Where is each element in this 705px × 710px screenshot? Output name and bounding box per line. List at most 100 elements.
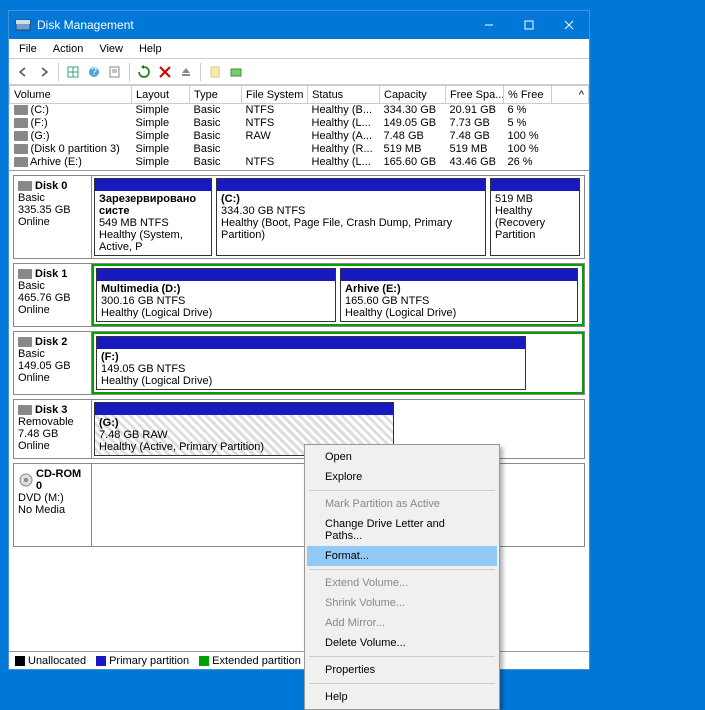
toolbar: ? — [9, 59, 589, 85]
partition[interactable]: 519 MBHealthy (Recovery Partition — [490, 178, 580, 256]
partition[interactable]: (F:)149.05 GB NTFSHealthy (Logical Drive… — [96, 336, 526, 390]
svg-text:?: ? — [91, 66, 97, 78]
menu-file[interactable]: File — [13, 42, 43, 56]
col-pctfree[interactable]: % Free — [504, 86, 552, 104]
partition-status: Healthy (Recovery Partition — [495, 205, 575, 241]
disk-kind: DVD (M:) — [18, 492, 87, 504]
folder-icon[interactable] — [226, 62, 246, 82]
partition-title: (F:) — [101, 351, 119, 363]
ctx-help[interactable]: Help — [307, 687, 497, 707]
disk-id: CD-ROM 0 — [18, 468, 87, 492]
ctx-delete-volume-[interactable]: Delete Volume... — [307, 633, 497, 653]
titlebar[interactable]: Disk Management — [9, 11, 589, 39]
volume-list-pane[interactable]: Volume Layout Type File System Status Ca… — [9, 85, 589, 171]
close-button[interactable] — [549, 11, 589, 39]
ctx-open[interactable]: Open — [307, 447, 497, 467]
help-icon[interactable]: ? — [84, 62, 104, 82]
col-layout[interactable]: Layout — [132, 86, 190, 104]
eject-icon[interactable] — [176, 62, 196, 82]
legend-unallocated: Unallocated — [28, 655, 86, 667]
volume-row[interactable]: (Disk 0 partition 3)SimpleBasicHealthy (… — [10, 143, 589, 156]
drive-icon — [14, 157, 28, 167]
col-free[interactable]: Free Spa... — [446, 86, 504, 104]
disk-state: Online — [18, 440, 87, 452]
ctx-format-[interactable]: Format... — [307, 546, 497, 566]
disk-row[interactable]: Disk 1Basic465.76 GBOnlineMultimedia (D:… — [13, 263, 585, 327]
drive-icon — [14, 118, 28, 128]
disk-size: 7.48 GB — [18, 428, 87, 440]
properties-icon[interactable] — [105, 62, 125, 82]
delete-icon[interactable] — [155, 62, 175, 82]
disk-state: No Media — [18, 504, 87, 516]
partition-title: Multimedia (D:) — [101, 283, 180, 295]
drive-icon — [14, 131, 28, 141]
menu-action[interactable]: Action — [47, 42, 90, 56]
disk-state: Online — [18, 304, 87, 316]
col-capacity[interactable]: Capacity — [380, 86, 446, 104]
partition-size: 549 MB NTFS — [99, 217, 207, 229]
disk-size: 335.35 GB — [18, 204, 87, 216]
drive-icon — [14, 105, 28, 115]
legend-primary: Primary partition — [109, 655, 189, 667]
disk-row[interactable]: Disk 2Basic149.05 GBOnline (F:)149.05 GB … — [13, 331, 585, 395]
menu-view[interactable]: View — [93, 42, 129, 56]
legend: Unallocated Primary partition Extended p… — [9, 651, 589, 669]
partition[interactable]: Multimedia (D:)300.16 GB NTFSHealthy (Lo… — [96, 268, 336, 322]
refresh-icon[interactable] — [134, 62, 154, 82]
volume-row[interactable]: (G:)SimpleBasicRAWHealthy (A...7.48 GB7.… — [10, 130, 589, 143]
forward-button[interactable] — [34, 62, 54, 82]
volume-row[interactable]: (F:)SimpleBasicNTFSHealthy (L...149.05 G… — [10, 117, 589, 130]
partition-title: (G:) — [99, 417, 119, 429]
ctx-explore[interactable]: Explore — [307, 467, 497, 487]
disk-row[interactable]: Disk 0Basic335.35 GBOnlineЗарезервирован… — [13, 175, 585, 259]
disk-size: 149.05 GB — [18, 360, 87, 372]
legend-extended: Extended partition — [212, 655, 301, 667]
ctx-extend-volume-: Extend Volume... — [307, 573, 497, 593]
maximize-button[interactable] — [509, 11, 549, 39]
minimize-button[interactable] — [469, 11, 509, 39]
window-title: Disk Management — [37, 18, 469, 32]
back-button[interactable] — [13, 62, 33, 82]
partition-status: Healthy (Logical Drive) — [101, 375, 521, 387]
partition-title: Зарезервировано систе — [99, 193, 196, 217]
partition[interactable]: Зарезервировано систе549 MB NTFSHealthy … — [94, 178, 212, 256]
ctx-shrink-volume-: Shrink Volume... — [307, 593, 497, 613]
menu-help[interactable]: Help — [133, 42, 168, 56]
disk-kind: Removable — [18, 416, 87, 428]
disk-kind: Basic — [18, 280, 87, 292]
grid-icon[interactable] — [63, 62, 83, 82]
partition[interactable]: Arhive (E:)165.60 GB NTFSHealthy (Logica… — [340, 268, 578, 322]
ctx-mark-partition-as-active: Mark Partition as Active — [307, 494, 497, 514]
volume-row[interactable]: (C:)SimpleBasicNTFSHealthy (B...334.30 G… — [10, 104, 589, 117]
partition-size: 300.16 GB NTFS — [101, 295, 331, 307]
disk-state: Online — [18, 372, 87, 384]
partition-title: (C:) — [221, 193, 240, 205]
volume-row[interactable]: Arhive (E:)SimpleBasicNTFSHealthy (L...1… — [10, 156, 589, 169]
disk-kind: Basic — [18, 348, 87, 360]
ctx-properties[interactable]: Properties — [307, 660, 497, 680]
partition-size: 7.48 GB RAW — [99, 429, 389, 441]
disk-graphical-pane[interactable]: Disk 0Basic335.35 GBOnlineЗарезервирован… — [9, 171, 589, 651]
col-type[interactable]: Type — [190, 86, 242, 104]
col-volume[interactable]: Volume — [10, 86, 132, 104]
drive-icon — [14, 144, 28, 154]
disk-id: Disk 3 — [18, 404, 87, 416]
partition[interactable]: (C:)334.30 GB NTFSHealthy (Boot, Page Fi… — [216, 178, 486, 256]
disk-id: Disk 2 — [18, 336, 87, 348]
menubar: File Action View Help — [9, 39, 589, 59]
disk-id: Disk 0 — [18, 180, 87, 192]
ctx-add-mirror-: Add Mirror... — [307, 613, 497, 633]
app-icon — [15, 17, 31, 33]
disk-kind: Basic — [18, 192, 87, 204]
partition-status: Healthy (Boot, Page File, Crash Dump, Pr… — [221, 217, 481, 241]
disk-id: Disk 1 — [18, 268, 87, 280]
disk-management-window: Disk Management File Action View Help ? — [8, 10, 590, 670]
page-icon[interactable] — [205, 62, 225, 82]
ctx-change-drive-letter-and-paths-[interactable]: Change Drive Letter and Paths... — [307, 514, 497, 546]
context-menu: OpenExplore Mark Partition as ActiveChang… — [304, 444, 500, 710]
col-status[interactable]: Status — [308, 86, 380, 104]
col-fs[interactable]: File System — [242, 86, 308, 104]
partition-size: 334.30 GB NTFS — [221, 205, 481, 217]
partition-size: 149.05 GB NTFS — [101, 363, 521, 375]
partition-status: Healthy (Logical Drive) — [345, 307, 573, 319]
